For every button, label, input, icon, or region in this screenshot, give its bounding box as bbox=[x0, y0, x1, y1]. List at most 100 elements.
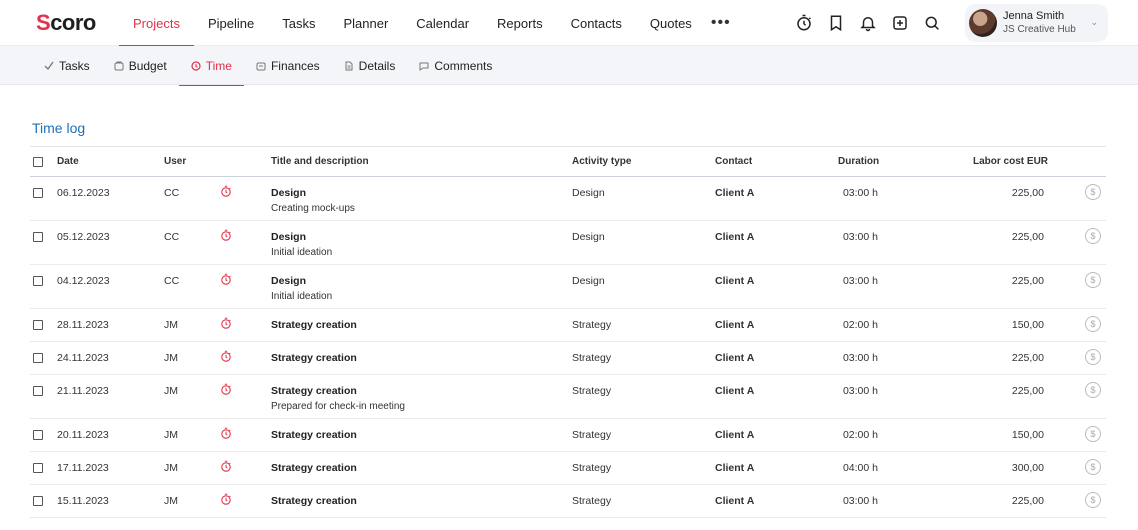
row-contact[interactable]: Client A bbox=[715, 495, 754, 507]
stopwatch-icon[interactable] bbox=[220, 383, 232, 395]
dollar-icon[interactable]: $ bbox=[1085, 349, 1101, 365]
tab-details[interactable]: Details bbox=[332, 46, 408, 85]
table-row[interactable]: 06.12.2023 CC Design Creating mock-ups Desig… bbox=[30, 177, 1106, 221]
row-checkbox[interactable] bbox=[33, 463, 43, 473]
bell-icon[interactable] bbox=[856, 11, 880, 35]
header-title[interactable]: Title and description bbox=[271, 156, 369, 167]
stopwatch-icon[interactable] bbox=[220, 229, 232, 241]
row-contact[interactable]: Client A bbox=[715, 462, 754, 474]
nav-planner[interactable]: Planner bbox=[329, 0, 402, 46]
row-checkbox[interactable] bbox=[33, 276, 43, 286]
header-contact[interactable]: Contact bbox=[715, 156, 752, 167]
nav-quotes[interactable]: Quotes bbox=[636, 0, 706, 46]
header-duration[interactable]: Duration bbox=[838, 156, 879, 167]
header-activity[interactable]: Activity type bbox=[572, 156, 631, 167]
row-contact[interactable]: Client A bbox=[715, 319, 754, 331]
table-row[interactable]: 04.12.2023 CC Design Initial ideation Design… bbox=[30, 265, 1106, 309]
stopwatch-icon[interactable] bbox=[220, 350, 232, 362]
more-icon[interactable]: ••• bbox=[706, 0, 736, 46]
top-bar: Scoro Projects Pipeline Tasks Planner Calend… bbox=[0, 0, 1138, 47]
tab-time[interactable]: Time bbox=[178, 46, 245, 86]
row-date: 28.11.2023 bbox=[57, 319, 109, 331]
header-user[interactable]: User bbox=[164, 156, 186, 167]
bookmark-icon[interactable] bbox=[824, 11, 848, 35]
dollar-icon[interactable]: $ bbox=[1085, 184, 1101, 200]
row-checkbox[interactable] bbox=[33, 353, 43, 363]
row-title-cell[interactable]: Design Initial ideation bbox=[271, 275, 332, 302]
tab-comments[interactable]: Comments bbox=[407, 46, 504, 85]
dollar-icon[interactable]: $ bbox=[1085, 228, 1101, 244]
nav-calendar[interactable]: Calendar bbox=[402, 0, 483, 46]
bottom-fade bbox=[0, 518, 1138, 530]
tab-tasks[interactable]: Tasks bbox=[32, 46, 102, 85]
row-contact[interactable]: Client A bbox=[715, 352, 754, 364]
header-labor[interactable]: Labor cost EUR bbox=[973, 156, 1048, 167]
row-title-cell[interactable]: Design Creating mock-ups bbox=[271, 187, 355, 214]
table-row[interactable]: 24.11.2023 JM Strategy creation Strategy Cli… bbox=[30, 342, 1106, 375]
row-title-cell[interactable]: Strategy creation bbox=[271, 352, 357, 364]
row-title-cell[interactable]: Strategy creation bbox=[271, 462, 357, 474]
row-labor-cost: 225,00 bbox=[1011, 385, 1044, 397]
table-row[interactable]: 15.11.2023 JM Strategy creation Strategy Cli… bbox=[30, 485, 1106, 518]
row-checkbox[interactable] bbox=[33, 496, 43, 506]
row-activity: Strategy bbox=[572, 319, 612, 331]
dollar-icon[interactable]: $ bbox=[1085, 382, 1101, 398]
row-contact[interactable]: Client A bbox=[715, 429, 754, 441]
dollar-icon[interactable]: $ bbox=[1085, 272, 1101, 288]
stopwatch-icon[interactable] bbox=[220, 493, 232, 505]
row-checkbox[interactable] bbox=[33, 430, 43, 440]
nav-projects[interactable]: Projects bbox=[119, 0, 194, 47]
row-title-cell[interactable]: Strategy creation Prepared for check-in m… bbox=[271, 385, 405, 412]
stopwatch-icon[interactable] bbox=[220, 317, 232, 329]
row-duration: 03:00 h bbox=[842, 352, 878, 364]
add-square-icon[interactable] bbox=[888, 11, 912, 35]
row-description: Prepared for check-in meeting bbox=[271, 401, 405, 412]
row-labor-cost: 225,00 bbox=[1011, 187, 1044, 199]
row-title-cell[interactable]: Strategy creation bbox=[271, 319, 357, 331]
row-title-cell[interactable]: Strategy creation bbox=[271, 429, 357, 441]
nav-pipeline[interactable]: Pipeline bbox=[194, 0, 268, 46]
row-labor-cost: 150,00 bbox=[1011, 319, 1044, 331]
nav-tasks[interactable]: Tasks bbox=[268, 0, 329, 46]
select-all-checkbox[interactable] bbox=[33, 157, 43, 167]
dollar-icon[interactable]: $ bbox=[1085, 426, 1101, 442]
tab-finances[interactable]: Finances bbox=[244, 46, 332, 85]
scoro-logo[interactable]: Scoro bbox=[36, 10, 96, 36]
row-checkbox[interactable] bbox=[33, 320, 43, 330]
row-contact[interactable]: Client A bbox=[715, 275, 754, 287]
stopwatch-icon[interactable] bbox=[220, 460, 232, 472]
stopwatch-icon[interactable] bbox=[792, 11, 816, 35]
user-menu[interactable]: Jenna Smith JS Creative Hub ⌄ bbox=[965, 4, 1108, 42]
time-log-table: Date User Title and description Activity… bbox=[30, 146, 1106, 518]
table-row[interactable]: 05.12.2023 CC Design Initial ideation Design… bbox=[30, 221, 1106, 265]
table-row[interactable]: 17.11.2023 JM Strategy creation Strategy Cli… bbox=[30, 452, 1106, 485]
row-date: 24.11.2023 bbox=[57, 352, 109, 364]
row-user: JM bbox=[164, 385, 178, 397]
table-row[interactable]: 21.11.2023 JM Strategy creation Prepared fo… bbox=[30, 375, 1106, 419]
row-contact[interactable]: Client A bbox=[715, 231, 754, 243]
dollar-icon[interactable]: $ bbox=[1085, 316, 1101, 332]
stopwatch-icon[interactable] bbox=[220, 427, 232, 439]
nav-contacts[interactable]: Contacts bbox=[557, 0, 636, 46]
row-checkbox[interactable] bbox=[33, 188, 43, 198]
table-row[interactable]: 28.11.2023 JM Strategy creation Strategy Cli… bbox=[30, 309, 1106, 342]
row-checkbox[interactable] bbox=[33, 386, 43, 396]
row-user: CC bbox=[164, 231, 180, 243]
row-title-cell[interactable]: Design Initial ideation bbox=[271, 231, 332, 258]
search-icon[interactable] bbox=[920, 11, 944, 35]
tab-budget[interactable]: Budget bbox=[102, 46, 179, 85]
row-contact[interactable]: Client A bbox=[715, 187, 754, 199]
main-nav: Projects Pipeline Tasks Planner Calendar Repo… bbox=[119, 0, 736, 47]
dollar-icon[interactable]: $ bbox=[1085, 492, 1101, 508]
header-date[interactable]: Date bbox=[57, 156, 79, 167]
row-contact[interactable]: Client A bbox=[715, 385, 754, 397]
table-row[interactable]: 20.11.2023 JM Strategy creation Strategy Cli… bbox=[30, 419, 1106, 452]
row-duration: 04:00 h bbox=[842, 462, 878, 474]
row-checkbox[interactable] bbox=[33, 232, 43, 242]
nav-reports[interactable]: Reports bbox=[483, 0, 557, 46]
row-title: Design bbox=[271, 231, 307, 243]
stopwatch-icon[interactable] bbox=[220, 273, 232, 285]
row-title-cell[interactable]: Strategy creation bbox=[271, 495, 357, 507]
dollar-icon[interactable]: $ bbox=[1085, 459, 1101, 475]
stopwatch-icon[interactable] bbox=[220, 185, 232, 197]
